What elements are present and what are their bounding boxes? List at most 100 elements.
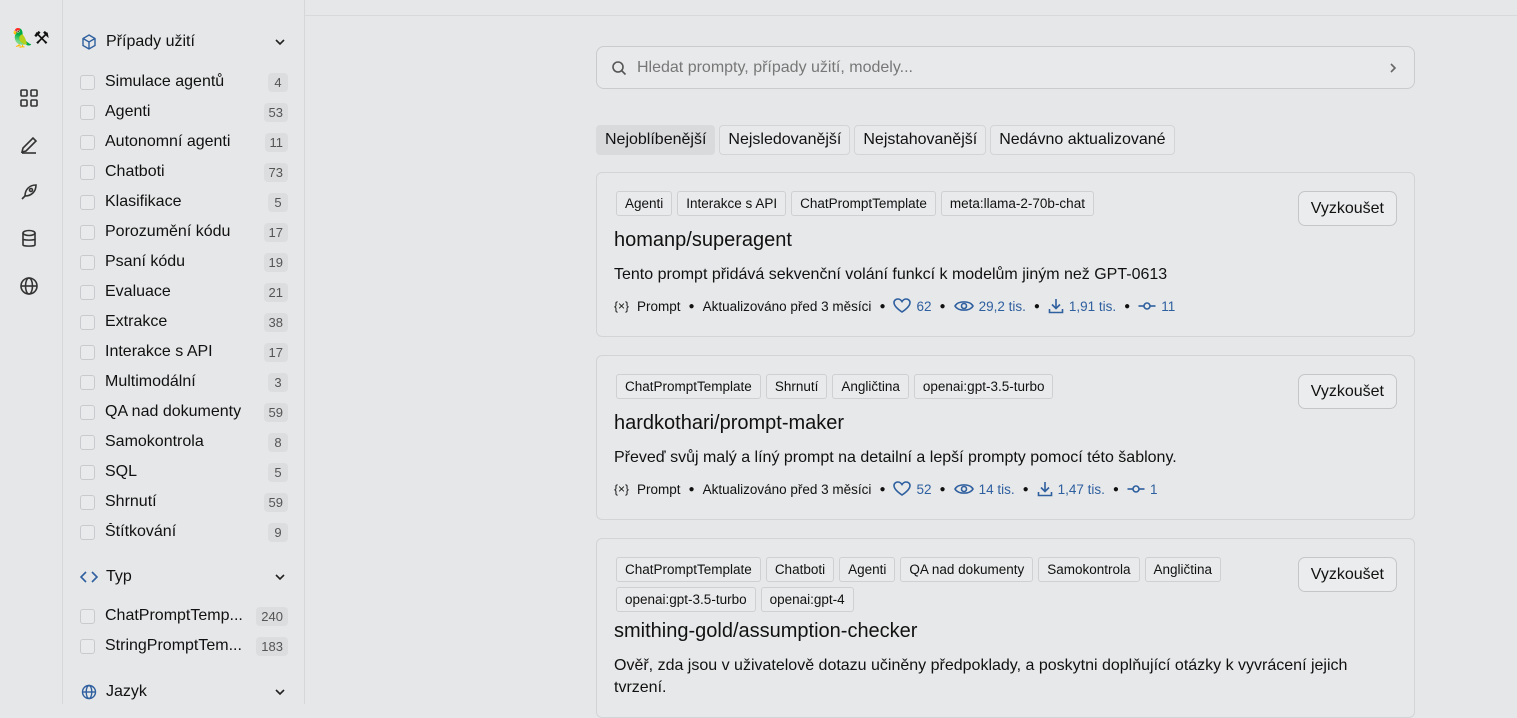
- tab-recently-updated[interactable]: Nedávno aktualizované: [990, 125, 1175, 155]
- prompt-card[interactable]: ChatPromptTemplate Chatboti Agenti QA na…: [596, 538, 1415, 718]
- tag[interactable]: meta:llama-2-70b-chat: [940, 191, 1094, 216]
- tag[interactable]: QA nad dokumenty: [900, 557, 1034, 582]
- search-input[interactable]: [635, 57, 1386, 78]
- checkbox[interactable]: [80, 524, 95, 540]
- try-button[interactable]: Vyzkoušet: [1297, 374, 1397, 409]
- checkbox[interactable]: [80, 608, 95, 624]
- tag[interactable]: openai:gpt-3.5-turbo: [616, 587, 756, 612]
- tag[interactable]: Angličtina: [1144, 557, 1222, 582]
- filter-item-klasifikace[interactable]: Klasifikace 5: [80, 190, 288, 214]
- chevron-down-icon[interactable]: [272, 684, 288, 700]
- count-badge: 19: [263, 252, 288, 272]
- prompt-card[interactable]: ChatPromptTemplate Shrnutí Angličtina op…: [596, 355, 1415, 520]
- checkbox[interactable]: [80, 164, 95, 180]
- checkbox[interactable]: [80, 434, 95, 450]
- tag[interactable]: Interakce s API: [677, 191, 787, 216]
- globe-icon[interactable]: [18, 275, 40, 297]
- section-language[interactable]: Jazyk: [80, 680, 288, 704]
- chevron-down-icon[interactable]: [272, 569, 288, 585]
- section-type[interactable]: Typ: [80, 565, 288, 589]
- filter-item-qa-nad-dokumenty[interactable]: QA nad dokumenty 59: [80, 400, 288, 424]
- tab-most-downloaded[interactable]: Nejstahovanější: [854, 125, 987, 155]
- filter-item-multimodalni[interactable]: Multimodální 3: [80, 370, 288, 394]
- checkbox[interactable]: [80, 314, 95, 330]
- type-label: Prompt: [637, 298, 681, 314]
- tag[interactable]: ChatPromptTemplate: [616, 557, 761, 582]
- try-button[interactable]: Vyzkoušet: [1297, 557, 1397, 592]
- pencil-icon[interactable]: [18, 134, 40, 156]
- tag[interactable]: Agenti: [616, 191, 673, 216]
- tag[interactable]: openai:gpt-3.5-turbo: [913, 374, 1054, 399]
- card-meta: {×} Prompt ● Aktualizováno před 3 měsíci…: [614, 481, 1158, 497]
- tag[interactable]: Chatboti: [765, 557, 835, 582]
- eye-icon: [953, 301, 974, 311]
- try-button[interactable]: Vyzkoušet: [1297, 191, 1397, 226]
- filter-item-sql[interactable]: SQL 5: [80, 460, 288, 484]
- card-title[interactable]: hardkothari/prompt-maker: [614, 412, 844, 435]
- likes[interactable]: 52: [893, 481, 932, 497]
- likes[interactable]: 62: [893, 298, 932, 314]
- tag-list: Agenti Interakce s API ChatPromptTemplat…: [616, 191, 1266, 216]
- filter-item-autonomni-agenti[interactable]: Autonomní agenti 11: [80, 130, 288, 154]
- checkbox[interactable]: [80, 344, 95, 360]
- filter-item-porozumeni-kodu[interactable]: Porozumění kódu 17: [80, 220, 288, 244]
- code-icon: [80, 568, 98, 586]
- checkbox[interactable]: [80, 194, 95, 210]
- count-badge: 73: [263, 162, 288, 182]
- card-title[interactable]: smithing-gold/assumption-checker: [614, 620, 917, 643]
- filter-label: Autonomní agenti: [105, 133, 231, 150]
- checkbox[interactable]: [80, 494, 95, 510]
- tag[interactable]: openai:gpt-4: [760, 587, 854, 612]
- tag-list: ChatPromptTemplate Shrnutí Angličtina op…: [616, 374, 1266, 399]
- checkbox[interactable]: [80, 284, 95, 300]
- checkbox[interactable]: [80, 74, 95, 90]
- checkbox[interactable]: [80, 638, 95, 654]
- chevron-down-icon[interactable]: [272, 34, 288, 50]
- filter-item-shrnuti[interactable]: Shrnutí 59: [80, 490, 288, 514]
- count-badge: 17: [263, 342, 288, 362]
- checkbox[interactable]: [80, 134, 95, 150]
- tag[interactable]: Agenti: [839, 557, 896, 582]
- chevron-right-icon[interactable]: [1386, 61, 1400, 75]
- checkbox[interactable]: [80, 224, 95, 240]
- card-title[interactable]: homanp/superagent: [614, 229, 792, 252]
- tag[interactable]: Samokontrola: [1038, 557, 1140, 582]
- filter-item-psani-kodu[interactable]: Psaní kódu 19: [80, 250, 288, 274]
- filter-item-simulace-agentu[interactable]: Simulace agentů 4: [80, 70, 288, 94]
- filter-item-agenti[interactable]: Agenti 53: [80, 100, 288, 124]
- tag[interactable]: ChatPromptTemplate: [616, 374, 761, 399]
- section-use-cases[interactable]: Případy užití: [80, 30, 288, 54]
- grid-icon[interactable]: [18, 87, 40, 109]
- filter-label: Porozumění kódu: [105, 223, 231, 240]
- tab-most-popular[interactable]: Nejoblíbenější: [596, 125, 716, 155]
- filter-item-stitkovani[interactable]: Štítkování 9: [80, 520, 288, 544]
- checkbox[interactable]: [80, 104, 95, 120]
- filter-item-samokontrola[interactable]: Samokontrola 8: [80, 430, 288, 454]
- tag[interactable]: Shrnutí: [765, 374, 828, 399]
- checkbox[interactable]: [80, 254, 95, 270]
- checkbox[interactable]: [80, 464, 95, 480]
- rocket-icon[interactable]: [18, 181, 40, 203]
- section-title: Jazyk: [106, 683, 147, 700]
- database-icon[interactable]: [18, 228, 40, 250]
- commit-icon: [1138, 302, 1156, 310]
- checkbox[interactable]: [80, 374, 95, 390]
- search-bar[interactable]: [596, 46, 1415, 89]
- filter-item-chatprompttemplate[interactable]: ChatPromptTemp... 240: [80, 604, 288, 628]
- tag[interactable]: ChatPromptTemplate: [791, 191, 936, 216]
- type-label: Prompt: [637, 481, 681, 497]
- filter-item-evaluace[interactable]: Evaluace 21: [80, 280, 288, 304]
- filter-item-stringprompttemplate[interactable]: StringPromptTem... 183: [80, 634, 288, 658]
- filter-label: SQL: [105, 463, 138, 480]
- filter-item-chatboti[interactable]: Chatboti 73: [80, 160, 288, 184]
- checkbox[interactable]: [80, 404, 95, 420]
- tab-most-followed[interactable]: Nejsledovanější: [719, 125, 851, 155]
- filter-label: StringPromptTem...: [105, 637, 242, 654]
- downloads: 1,47 tis.: [1037, 481, 1105, 497]
- logo-icon[interactable]: 🦜⚒: [11, 28, 50, 49]
- prompt-card[interactable]: Agenti Interakce s API ChatPromptTemplat…: [596, 172, 1415, 337]
- filter-item-extrakce[interactable]: Extrakce 38: [80, 310, 288, 334]
- filter-item-interakce-s-api[interactable]: Interakce s API 17: [80, 340, 288, 364]
- count-badge: 5: [268, 462, 288, 482]
- tag[interactable]: Angličtina: [832, 374, 909, 399]
